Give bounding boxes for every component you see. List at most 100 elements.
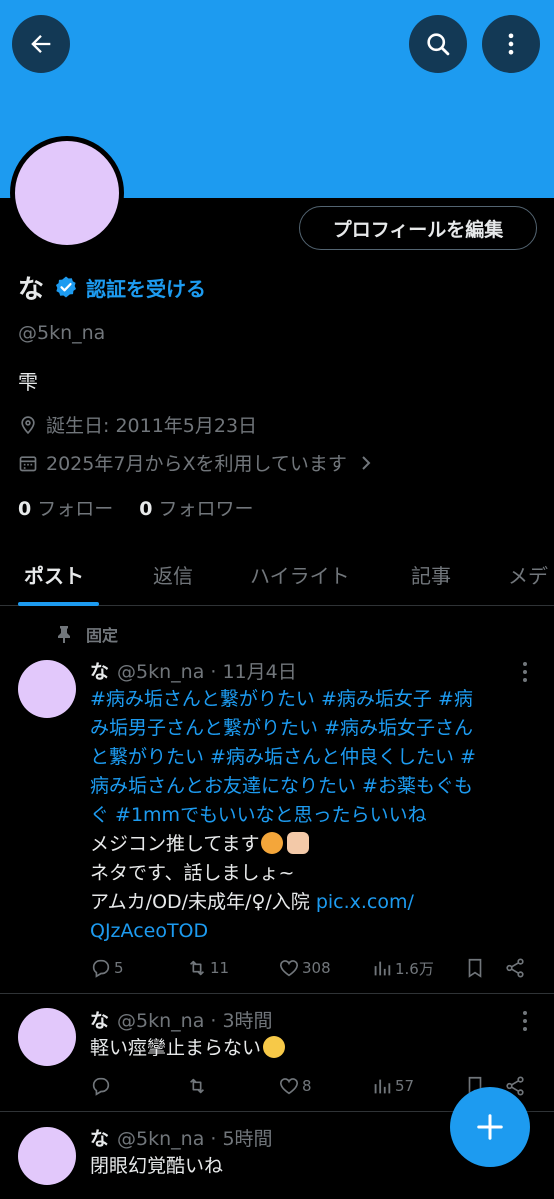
text-content: アムカ/OD/未成年/♀/入院: [90, 891, 316, 913]
profile-tabs: ポスト 返信 ハイライト 記事 メデ: [0, 546, 554, 606]
more-dot-icon: [523, 1019, 527, 1023]
following-link[interactable]: 0 フォロー: [18, 494, 113, 521]
post-text: 軽い痙攣止まらない: [90, 1034, 530, 1063]
post-avatar[interactable]: [18, 1008, 76, 1066]
arrow-left-icon: [31, 35, 51, 53]
verified-badge-icon: [56, 276, 77, 298]
share-icon: [506, 958, 524, 978]
birthday-text: 誕生日: 2011年5月23日: [46, 415, 258, 437]
like-button[interactable]: 308: [278, 954, 331, 982]
location-pin-icon: [21, 415, 35, 434]
bookmark-button[interactable]: [464, 954, 488, 982]
followers-count: 0: [139, 498, 153, 520]
joined-row[interactable]: 2025年7月からXを利用しています: [18, 449, 381, 476]
following-count: 0: [18, 498, 32, 520]
back-button[interactable]: [12, 15, 70, 73]
search-icon: [427, 33, 450, 56]
view-count: 57: [395, 1077, 415, 1095]
post-more-button[interactable]: [516, 1011, 534, 1031]
more-dot-icon: [523, 678, 527, 682]
display-name: な: [18, 274, 45, 305]
profile-handle: @5kn_na: [18, 322, 106, 344]
reply-button[interactable]: 5: [90, 954, 124, 982]
post-meta: @5kn_na · 5時間: [117, 1128, 273, 1150]
birthday-row: 誕生日: 2011年5月23日: [18, 411, 257, 438]
hashtag-line[interactable]: 病み垢さんとお友達になりたい #お薬もぐも: [90, 772, 530, 801]
tab-articles[interactable]: 記事: [411, 560, 451, 589]
chevron-right-icon: [362, 455, 371, 470]
like-button[interactable]: 8: [278, 1072, 312, 1100]
heart-icon: [279, 960, 299, 977]
repost-button[interactable]: 11: [186, 954, 229, 982]
tab-replies[interactable]: 返信: [153, 560, 193, 589]
reply-icon: [92, 1077, 110, 1096]
heart-hands-emoji-icon: [287, 832, 310, 854]
text-content: 軽い痙攣止まらない: [90, 1037, 262, 1059]
bookmark-icon: [468, 958, 482, 978]
plus-icon: [477, 1114, 503, 1140]
more-options-button[interactable]: [482, 15, 540, 73]
edit-profile-button[interactable]: プロフィールを編集: [299, 206, 537, 250]
confounded-face-emoji-icon: [261, 832, 284, 854]
followers-link[interactable]: 0 フォロワー: [139, 494, 253, 521]
post-author-name: な: [90, 1128, 110, 1150]
followers-label: フォロワー: [158, 498, 254, 520]
more-vertical-icon: [508, 33, 514, 55]
media-link[interactable]: pic.x.com/: [316, 891, 414, 913]
text-line: ネタです、話しましょ~: [90, 862, 295, 884]
tab-media[interactable]: メデ: [508, 560, 548, 589]
pinned-label: 固定: [86, 626, 119, 645]
profile-avatar[interactable]: [10, 136, 124, 250]
compose-post-button[interactable]: [450, 1087, 530, 1167]
search-button[interactable]: [409, 15, 467, 73]
tab-highlights[interactable]: ハイライト: [250, 560, 350, 589]
more-dot-icon: [523, 1011, 527, 1015]
post-text: #病み垢さんと繋がりたい #病み垢女子 #病 み垢男子さんと繋がりたい #病み垢…: [90, 685, 530, 946]
post-actions: 5 11 308 1.6万: [90, 954, 530, 982]
like-count: 8: [302, 1077, 312, 1095]
tab-posts[interactable]: ポスト: [24, 560, 84, 589]
pin-icon: [58, 626, 70, 643]
smiling-tear-emoji-icon: [263, 1036, 286, 1058]
profile-bio: 雫: [18, 370, 38, 394]
text-line: メジコン推してます: [90, 830, 530, 859]
more-dot-icon: [523, 670, 527, 674]
active-tab-indicator: [18, 602, 99, 606]
post-header: な @5kn_na · 5時間: [90, 1124, 273, 1151]
post-avatar[interactable]: [18, 660, 76, 718]
repost-icon: [189, 1078, 205, 1094]
post-author-name: な: [90, 1010, 110, 1032]
share-button[interactable]: [504, 954, 528, 982]
post-divider: [0, 993, 554, 994]
post-avatar[interactable]: [18, 1127, 76, 1185]
post-more-button[interactable]: [516, 662, 534, 682]
text-line: 軽い痙攣止まらない: [90, 1034, 530, 1063]
media-link-continued[interactable]: QJzAceoTOD: [90, 917, 530, 946]
get-verified-link[interactable]: 認証を受ける: [86, 273, 206, 302]
view-count: 1.6万: [395, 959, 434, 978]
more-dot-icon: [523, 1027, 527, 1031]
more-dot-icon: [523, 662, 527, 666]
views-chart-icon: [374, 1079, 391, 1094]
views-button[interactable]: 57: [371, 1072, 414, 1100]
following-label: フォロー: [37, 498, 114, 520]
calendar-icon: [19, 455, 37, 471]
hashtag-line[interactable]: #病み垢さんと繋がりたい #病み垢女子 #病: [90, 685, 530, 714]
repost-icon: [189, 960, 205, 976]
reply-button[interactable]: [90, 1072, 114, 1100]
hashtag-line[interactable]: と繋がりたい #病み垢さんと仲良くしたい #: [90, 743, 530, 772]
post-meta: @5kn_na · 3時間: [117, 1010, 273, 1032]
views-button[interactable]: 1.6万: [371, 954, 434, 982]
text-content: メジコン推してます: [90, 833, 260, 855]
post-header: な @5kn_na · 3時間: [90, 1006, 273, 1033]
like-count: 308: [302, 959, 331, 977]
profile-name-row: な 認証を受ける: [18, 269, 206, 305]
repost-button[interactable]: [186, 1072, 210, 1100]
hashtag-line[interactable]: ぐ #1mmでもいいなと思ったらいいね: [90, 801, 530, 830]
hashtag-line[interactable]: み垢男子さんと繋がりたい #病み垢女子さん: [90, 714, 530, 743]
joined-text: 2025年7月からXを利用しています: [46, 453, 347, 475]
post-meta: @5kn_na · 11月4日: [117, 661, 297, 683]
pinned-indicator: 固定: [56, 622, 118, 646]
text-line: アムカ/OD/未成年/♀/入院 pic.x.com/: [90, 888, 530, 917]
post-author-name: な: [90, 661, 110, 683]
